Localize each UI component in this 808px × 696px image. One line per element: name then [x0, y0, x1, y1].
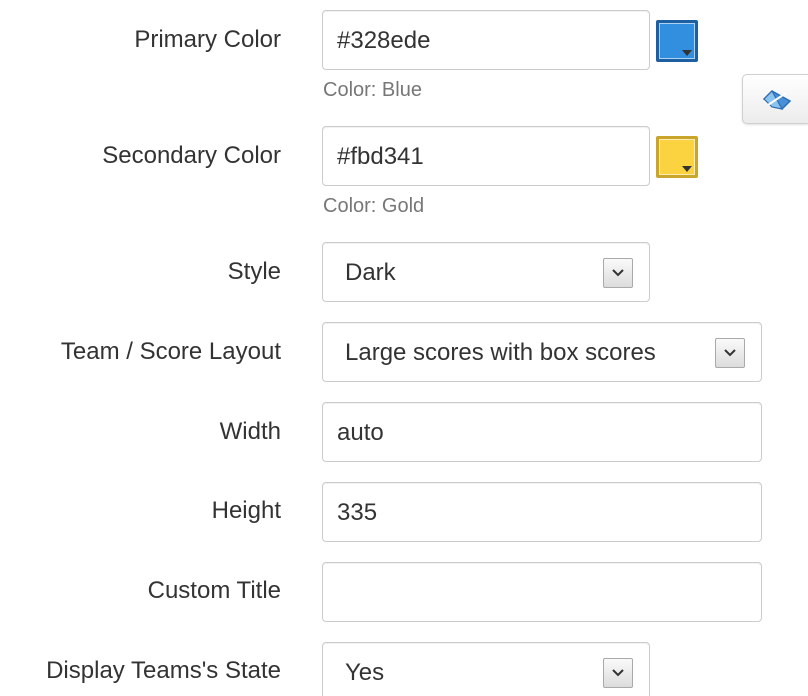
secondary-color-value: #fbd341	[337, 143, 424, 170]
team-score-layout-select[interactable]: Large scores with box scores	[322, 322, 762, 382]
chevron-down-icon[interactable]	[715, 338, 745, 368]
style-select[interactable]: Dark	[322, 242, 650, 302]
secondary-color-input[interactable]: #fbd341	[322, 126, 650, 186]
primary-color-value: #328ede	[337, 27, 431, 54]
chevron-down-icon[interactable]	[603, 258, 633, 288]
team-score-layout-label: Team / Score Layout	[60, 338, 281, 365]
width-value: auto	[337, 419, 384, 446]
secondary-color-helper: Color: Gold	[323, 195, 425, 217]
display-team-state-label: Display Teams's State	[46, 657, 281, 684]
width-input[interactable]: auto	[322, 402, 762, 462]
dropdown-corner-icon	[682, 50, 692, 56]
secondary-color-swatch[interactable]	[656, 136, 698, 178]
clear-button[interactable]	[742, 74, 808, 124]
dropdown-corner-icon	[682, 166, 692, 172]
width-label: Width	[219, 418, 281, 445]
style-label: Style	[227, 258, 281, 285]
custom-title-label: Custom Title	[147, 577, 281, 604]
primary-color-helper: Color: Blue	[323, 79, 422, 101]
secondary-color-label: Secondary Color	[102, 142, 281, 169]
display-team-state-selected-value: Yes	[345, 659, 385, 686]
height-input[interactable]: 335	[322, 482, 762, 542]
display-team-state-select[interactable]: Yes	[322, 642, 650, 696]
primary-color-swatch[interactable]	[656, 20, 698, 62]
primary-color-label: Primary Color	[134, 26, 281, 53]
chevron-down-icon[interactable]	[603, 658, 633, 688]
custom-title-input[interactable]	[322, 562, 762, 622]
primary-color-input[interactable]: #328ede	[322, 10, 650, 70]
team-score-layout-selected-value: Large scores with box scores	[345, 339, 656, 366]
height-value: 335	[337, 499, 378, 526]
height-label: Height	[211, 497, 281, 524]
style-selected-value: Dark	[345, 259, 396, 286]
